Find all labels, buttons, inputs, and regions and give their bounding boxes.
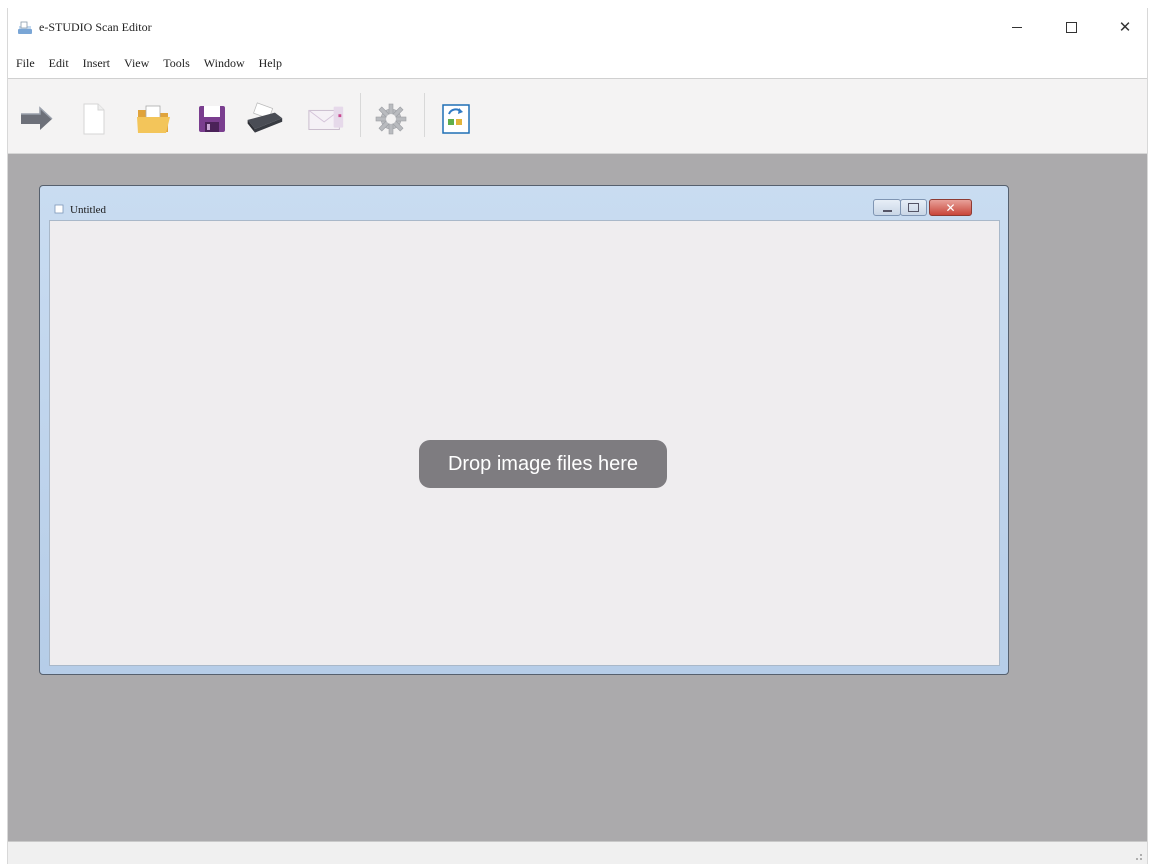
maximize-icon: [1065, 21, 1077, 33]
scan-icon: [21, 106, 53, 130]
title-bar[interactable]: e-STUDIO Scan Editor ✕: [8, 8, 1147, 48]
save-icon: [199, 106, 225, 132]
maximize-button[interactable]: [1048, 8, 1094, 46]
document-window[interactable]: Untitled ✕ Drop image files here: [39, 185, 1009, 675]
menu-insert[interactable]: Insert: [81, 56, 118, 71]
minimize-icon: [882, 209, 892, 212]
window-title: e-STUDIO Scan Editor: [39, 20, 152, 34]
menu-window[interactable]: Window: [202, 56, 253, 71]
document-close-button[interactable]: ✕: [929, 199, 972, 216]
new-document-icon: [83, 103, 105, 135]
close-icon: ✕: [1118, 18, 1132, 36]
document-title-bar[interactable]: Untitled ✕: [40, 186, 1008, 220]
print-button[interactable]: [244, 99, 284, 139]
document-maximize-button[interactable]: [900, 199, 927, 216]
new-document-button[interactable]: [74, 99, 114, 139]
print-icon: [247, 102, 283, 133]
toolbar-separator: [360, 93, 361, 137]
document-icon: [54, 204, 64, 214]
settings-button[interactable]: [371, 99, 411, 139]
app-window: e-STUDIO Scan Editor ✕ File Edit Insert …: [7, 8, 1148, 864]
close-button[interactable]: ✕: [1102, 8, 1148, 46]
menu-view[interactable]: View: [122, 56, 157, 71]
menu-bar: File Edit Insert View Tools Window Help: [8, 48, 1147, 79]
menu-tools[interactable]: Tools: [161, 56, 198, 71]
minimize-icon: [1012, 26, 1022, 28]
document-minimize-button[interactable]: [873, 199, 901, 216]
rotate-page-icon: [442, 104, 470, 134]
maximize-icon: [908, 203, 919, 212]
rotate-page-button[interactable]: [436, 99, 476, 139]
document-title: Untitled: [70, 204, 107, 216]
scan-button[interactable]: [16, 99, 56, 139]
minimize-button[interactable]: [994, 8, 1040, 46]
open-folder-icon: [137, 105, 170, 133]
settings-gear-icon: [375, 103, 407, 135]
resize-grip-icon[interactable]: [1133, 851, 1143, 861]
scanner-app-icon: [18, 21, 32, 34]
menu-edit[interactable]: Edit: [47, 56, 77, 71]
open-button[interactable]: [134, 99, 174, 139]
close-icon: ✕: [945, 200, 956, 215]
toolbar: [8, 79, 1147, 154]
drop-hint: Drop image files here: [419, 440, 667, 488]
email-icon: [308, 106, 344, 130]
status-bar: [8, 841, 1147, 864]
toolbar-separator: [424, 93, 425, 137]
menu-file[interactable]: File: [14, 56, 43, 71]
email-button[interactable]: [307, 99, 347, 139]
document-canvas[interactable]: Drop image files here: [49, 220, 1000, 666]
save-button[interactable]: [192, 99, 232, 139]
menu-help[interactable]: Help: [257, 56, 290, 71]
